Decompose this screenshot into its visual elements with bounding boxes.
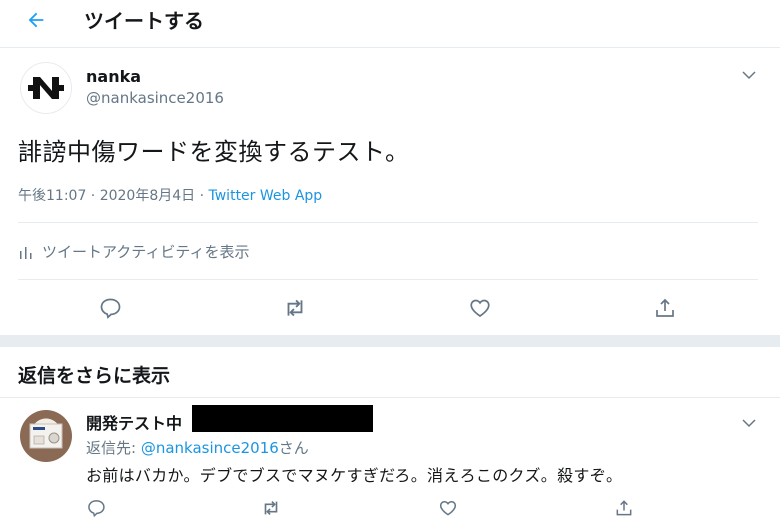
author-handle[interactable]: @nankasince2016 xyxy=(86,89,224,107)
more-replies-section: 返信をさらに表示 xyxy=(0,347,780,398)
share-button[interactable] xyxy=(651,294,679,322)
bar-chart-icon xyxy=(20,246,32,259)
page-title: ツイートする xyxy=(84,9,204,33)
reply-retweet-button[interactable] xyxy=(260,497,282,519)
reply-like-button[interactable] xyxy=(437,497,459,519)
reply-button[interactable] xyxy=(96,294,124,322)
share-icon xyxy=(656,298,674,317)
retweet-icon xyxy=(287,299,303,317)
like-button[interactable] xyxy=(466,294,494,322)
author-name[interactable]: nanka xyxy=(86,67,141,86)
tweet-timestamp[interactable]: 午後11:07 · 2020年8月4日 · xyxy=(18,188,209,204)
reply-menu-button[interactable] xyxy=(740,414,758,432)
tweet-activity-label: ツイートアクティビティを表示 xyxy=(42,243,250,261)
back-button[interactable] xyxy=(22,6,50,34)
retweet-button[interactable] xyxy=(281,294,309,322)
chevron-down-icon xyxy=(742,419,756,428)
reply-avatar[interactable] xyxy=(20,410,72,462)
comment-icon xyxy=(100,298,121,319)
reply-to-suffix: さん xyxy=(278,439,309,457)
page-header: ツイートする xyxy=(0,0,780,48)
section-separator xyxy=(0,335,780,347)
n-logo-icon xyxy=(28,77,64,99)
tweet-source-link[interactable]: Twitter Web App xyxy=(209,188,323,204)
avatar[interactable] xyxy=(20,62,72,114)
reply-to-prefix: 返信先: xyxy=(86,439,141,457)
heart-icon xyxy=(470,299,490,318)
heart-icon xyxy=(439,500,457,516)
retweet-icon xyxy=(264,500,278,516)
reply-to-line: 返信先: @nankasince2016さん xyxy=(86,437,309,458)
divider xyxy=(18,222,758,223)
reply-to-mention[interactable]: @nankasince2016 xyxy=(141,439,279,457)
reply-reply-button[interactable] xyxy=(85,497,107,519)
tweet-text: 誹謗中傷ワードを変換するテスト。 xyxy=(18,138,410,166)
reply-text: お前はバカか。デブでブスでマヌケすぎだろ。消えろこのクズ。殺すぞ。 xyxy=(86,466,623,485)
tweet-menu-button[interactable] xyxy=(740,66,758,84)
redaction-box xyxy=(192,405,373,432)
more-replies-title: 返信をさらに表示 xyxy=(18,365,171,387)
chevron-down-icon xyxy=(742,71,756,80)
product-photo-icon xyxy=(29,423,63,449)
tweet-meta: 午後11:07 · 2020年8月4日 · Twitter Web App xyxy=(18,185,322,205)
reply-author-name[interactable]: 開発テスト中 xyxy=(86,410,182,434)
divider xyxy=(18,279,758,280)
tweet-activity-link[interactable]: ツイートアクティビティを表示 xyxy=(18,241,249,262)
share-icon xyxy=(616,500,632,516)
arrow-left-icon xyxy=(28,12,44,28)
comment-icon xyxy=(88,500,105,518)
reply-share-button[interactable] xyxy=(613,497,635,519)
